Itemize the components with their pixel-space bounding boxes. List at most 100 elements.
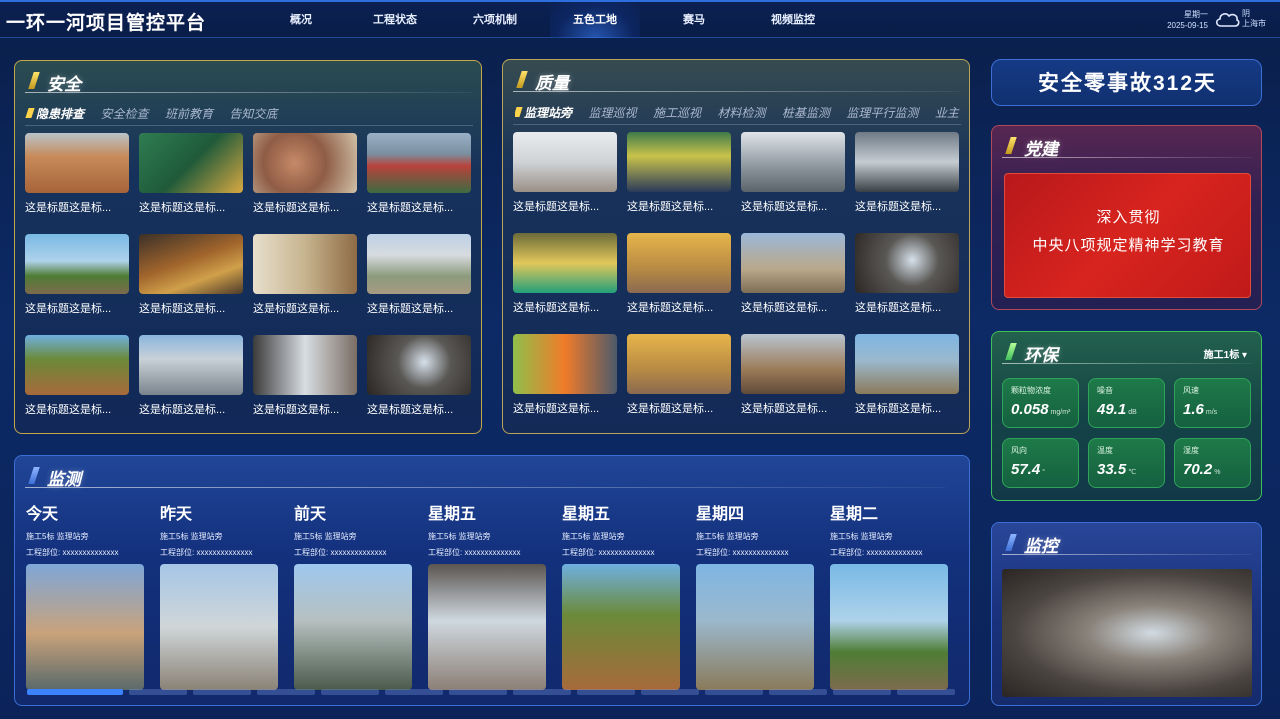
photo-tile[interactable]: 这是标题这是标... xyxy=(627,233,731,315)
photo-tile[interactable]: 这是标题这是标... xyxy=(855,132,959,214)
photo-tile[interactable]: 这是标题这是标... xyxy=(513,233,617,315)
photo-tile[interactable]: 这是标题这是标... xyxy=(253,133,357,215)
tab-preshift-education[interactable]: 班前教育 xyxy=(165,105,213,122)
metric-value: 49.1 dB xyxy=(1097,401,1137,418)
photo-caption: 这是标题这是标... xyxy=(741,403,828,415)
tab-material-testing[interactable]: 材料检测 xyxy=(717,104,765,121)
photo-caption: 这是标题这是标... xyxy=(25,202,112,214)
photo-tile[interactable]: 这是标题这是标... xyxy=(367,133,471,215)
day-card[interactable]: 前天 施工5标 监理站旁 工程部位: xxxxxxxxxxxxxx xyxy=(294,500,414,690)
pager-segment[interactable] xyxy=(449,689,507,695)
photo-tile[interactable]: 这是标题这是标... xyxy=(855,233,959,315)
tab-hazard-check[interactable]: 隐患排查 xyxy=(25,105,84,122)
photo-tile[interactable]: 这是标题这是标... xyxy=(367,335,471,417)
metric-value: 70.2% xyxy=(1183,461,1221,478)
photo-tile[interactable]: 这是标题这是标... xyxy=(139,335,243,417)
tab-parallel-monitoring[interactable]: 监理平行监测 xyxy=(846,104,918,121)
photo-tile[interactable]: 这是标题这是标... xyxy=(139,234,243,316)
day-card[interactable]: 星期五 施工5标 监理站旁 工程部位: xxxxxxxxxxxxxx xyxy=(428,500,548,690)
pager-segment[interactable] xyxy=(897,689,955,695)
day-card[interactable]: 星期四 施工5标 监理站旁 工程部位: xxxxxxxxxxxxxx xyxy=(696,500,816,690)
pager-segment[interactable] xyxy=(577,689,635,695)
nav-six-mechanisms[interactable]: 六项机制 xyxy=(450,2,540,38)
pager-segment[interactable] xyxy=(705,689,763,695)
section-select[interactable]: 施工1标 ▾ xyxy=(1204,346,1247,361)
day-card[interactable]: 今天 施工5标 监理站旁 工程部位: xxxxxxxxxxxxxx xyxy=(26,500,146,690)
day-card[interactable]: 星期五 施工5标 监理站旁 工程部位: xxxxxxxxxxxxxx xyxy=(562,500,682,690)
date-display: 星期一 2025-09-15 xyxy=(1150,9,1208,31)
photo-tile[interactable]: 这是标题这是标... xyxy=(139,133,243,215)
tab-owner[interactable]: 业主 xyxy=(935,104,959,121)
photo-caption: 这是标题这是标... xyxy=(25,303,112,315)
photo-tile[interactable]: 这是标题这是标... xyxy=(741,132,845,214)
pager-segment[interactable] xyxy=(321,689,379,695)
photo-tile[interactable]: 这是标题这是标... xyxy=(741,334,845,416)
nav-video-monitoring[interactable]: 视频监控 xyxy=(748,2,838,38)
tab-supervision-onsite[interactable]: 监理站旁 xyxy=(515,104,572,121)
party-banner[interactable]: 深入贯彻 中央八项规定精神学习教育 xyxy=(1004,173,1251,298)
photo-caption: 这是标题这是标... xyxy=(741,201,828,213)
photo-tile[interactable]: 这是标题这是标... xyxy=(627,334,731,416)
photo-thumbnail xyxy=(253,234,357,294)
photo-tile[interactable]: 这是标题这是标... xyxy=(367,234,471,316)
day-title: 前天 xyxy=(294,506,327,523)
pager-segment[interactable] xyxy=(193,689,251,695)
photo-tile[interactable]: 这是标题这是标... xyxy=(627,132,731,214)
pager-segment[interactable] xyxy=(769,689,827,695)
nav-overview[interactable]: 概况 xyxy=(256,2,346,38)
pager-segment-active[interactable] xyxy=(27,689,123,695)
title-marker-icon xyxy=(516,71,528,88)
photo-thumbnail xyxy=(627,233,731,293)
pager-segment[interactable] xyxy=(833,689,891,695)
day-section: 施工5标 监理站旁 xyxy=(294,532,357,541)
photo-caption: 这是标题这是标... xyxy=(855,302,942,314)
zero-accident-banner: 安全零事故312天 xyxy=(991,59,1262,106)
main-nav: 概况 工程状态 六项机制 五色工地 赛马 视频监控 xyxy=(256,2,896,38)
photo-tile[interactable]: 这是标题这是标... xyxy=(513,132,617,214)
photo-thumbnail xyxy=(627,334,731,394)
photo-tile[interactable]: 这是标题这是标... xyxy=(741,233,845,315)
photo-thumbnail xyxy=(855,334,959,394)
metric-label: 风向 xyxy=(1011,446,1027,455)
tab-notice-briefing[interactable]: 告知交底 xyxy=(229,105,277,122)
photo-tile[interactable]: 这是标题这是标... xyxy=(25,335,129,417)
city-text: 上海市 xyxy=(1242,19,1266,28)
pager-segment[interactable] xyxy=(513,689,571,695)
cctv-video-view[interactable] xyxy=(1002,569,1252,697)
active-tab-marker-icon xyxy=(25,108,35,118)
pager-segment[interactable] xyxy=(257,689,315,695)
photo-thumbnail xyxy=(139,133,243,193)
photo-caption: 这是标题这是标... xyxy=(139,202,226,214)
photo-tile[interactable]: 这是标题这是标... xyxy=(25,133,129,215)
tab-pile-monitoring[interactable]: 桩基监测 xyxy=(782,104,830,121)
environment-panel: 环保 施工1标 ▾ 颗粒物浓度 0.058 mg/m³ 噪音 49.1 dB 风速 … xyxy=(991,331,1262,501)
tab-supervision-patrol[interactable]: 监理巡视 xyxy=(588,104,636,121)
weekday-text: 星期一 xyxy=(1184,10,1208,19)
pager-segment[interactable] xyxy=(129,689,187,695)
pager-segment[interactable] xyxy=(385,689,443,695)
tab-safety-inspection[interactable]: 安全检查 xyxy=(100,105,148,122)
photo-tile[interactable]: 这是标题这是标... xyxy=(855,334,959,416)
nav-project-status[interactable]: 工程状态 xyxy=(350,2,440,38)
photo-tile[interactable]: 这是标题这是标... xyxy=(25,234,129,316)
photo-tile[interactable]: 这是标题这是标... xyxy=(253,234,357,316)
photo-tile[interactable]: 这是标题这是标... xyxy=(513,334,617,416)
zero-accident-text: 安全零事故312天 xyxy=(1037,72,1218,95)
pager-segment[interactable] xyxy=(641,689,699,695)
photo-tile[interactable]: 这是标题这是标... xyxy=(253,335,357,417)
nav-five-color-site[interactable]: 五色工地 xyxy=(550,2,640,38)
day-card[interactable]: 星期二 施工5标 监理站旁 工程部位: xxxxxxxxxxxxxx xyxy=(830,500,950,690)
nav-horse-race[interactable]: 赛马 xyxy=(649,2,739,38)
day-title: 昨天 xyxy=(160,506,193,523)
photo-caption: 这是标题这是标... xyxy=(513,302,600,314)
day-photo xyxy=(294,564,412,690)
photo-caption: 这是标题这是标... xyxy=(25,404,112,416)
title-marker-icon xyxy=(1005,137,1017,154)
day-photo xyxy=(562,564,680,690)
photo-caption: 这是标题这是标... xyxy=(367,303,454,315)
day-card[interactable]: 昨天 施工5标 监理站旁 工程部位: xxxxxxxxxxxxxx xyxy=(160,500,280,690)
cctv-panel: 监控 xyxy=(991,522,1262,706)
photo-thumbnail xyxy=(513,233,617,293)
tab-construction-patrol[interactable]: 施工巡视 xyxy=(653,104,701,121)
carousel-pager xyxy=(27,689,957,695)
